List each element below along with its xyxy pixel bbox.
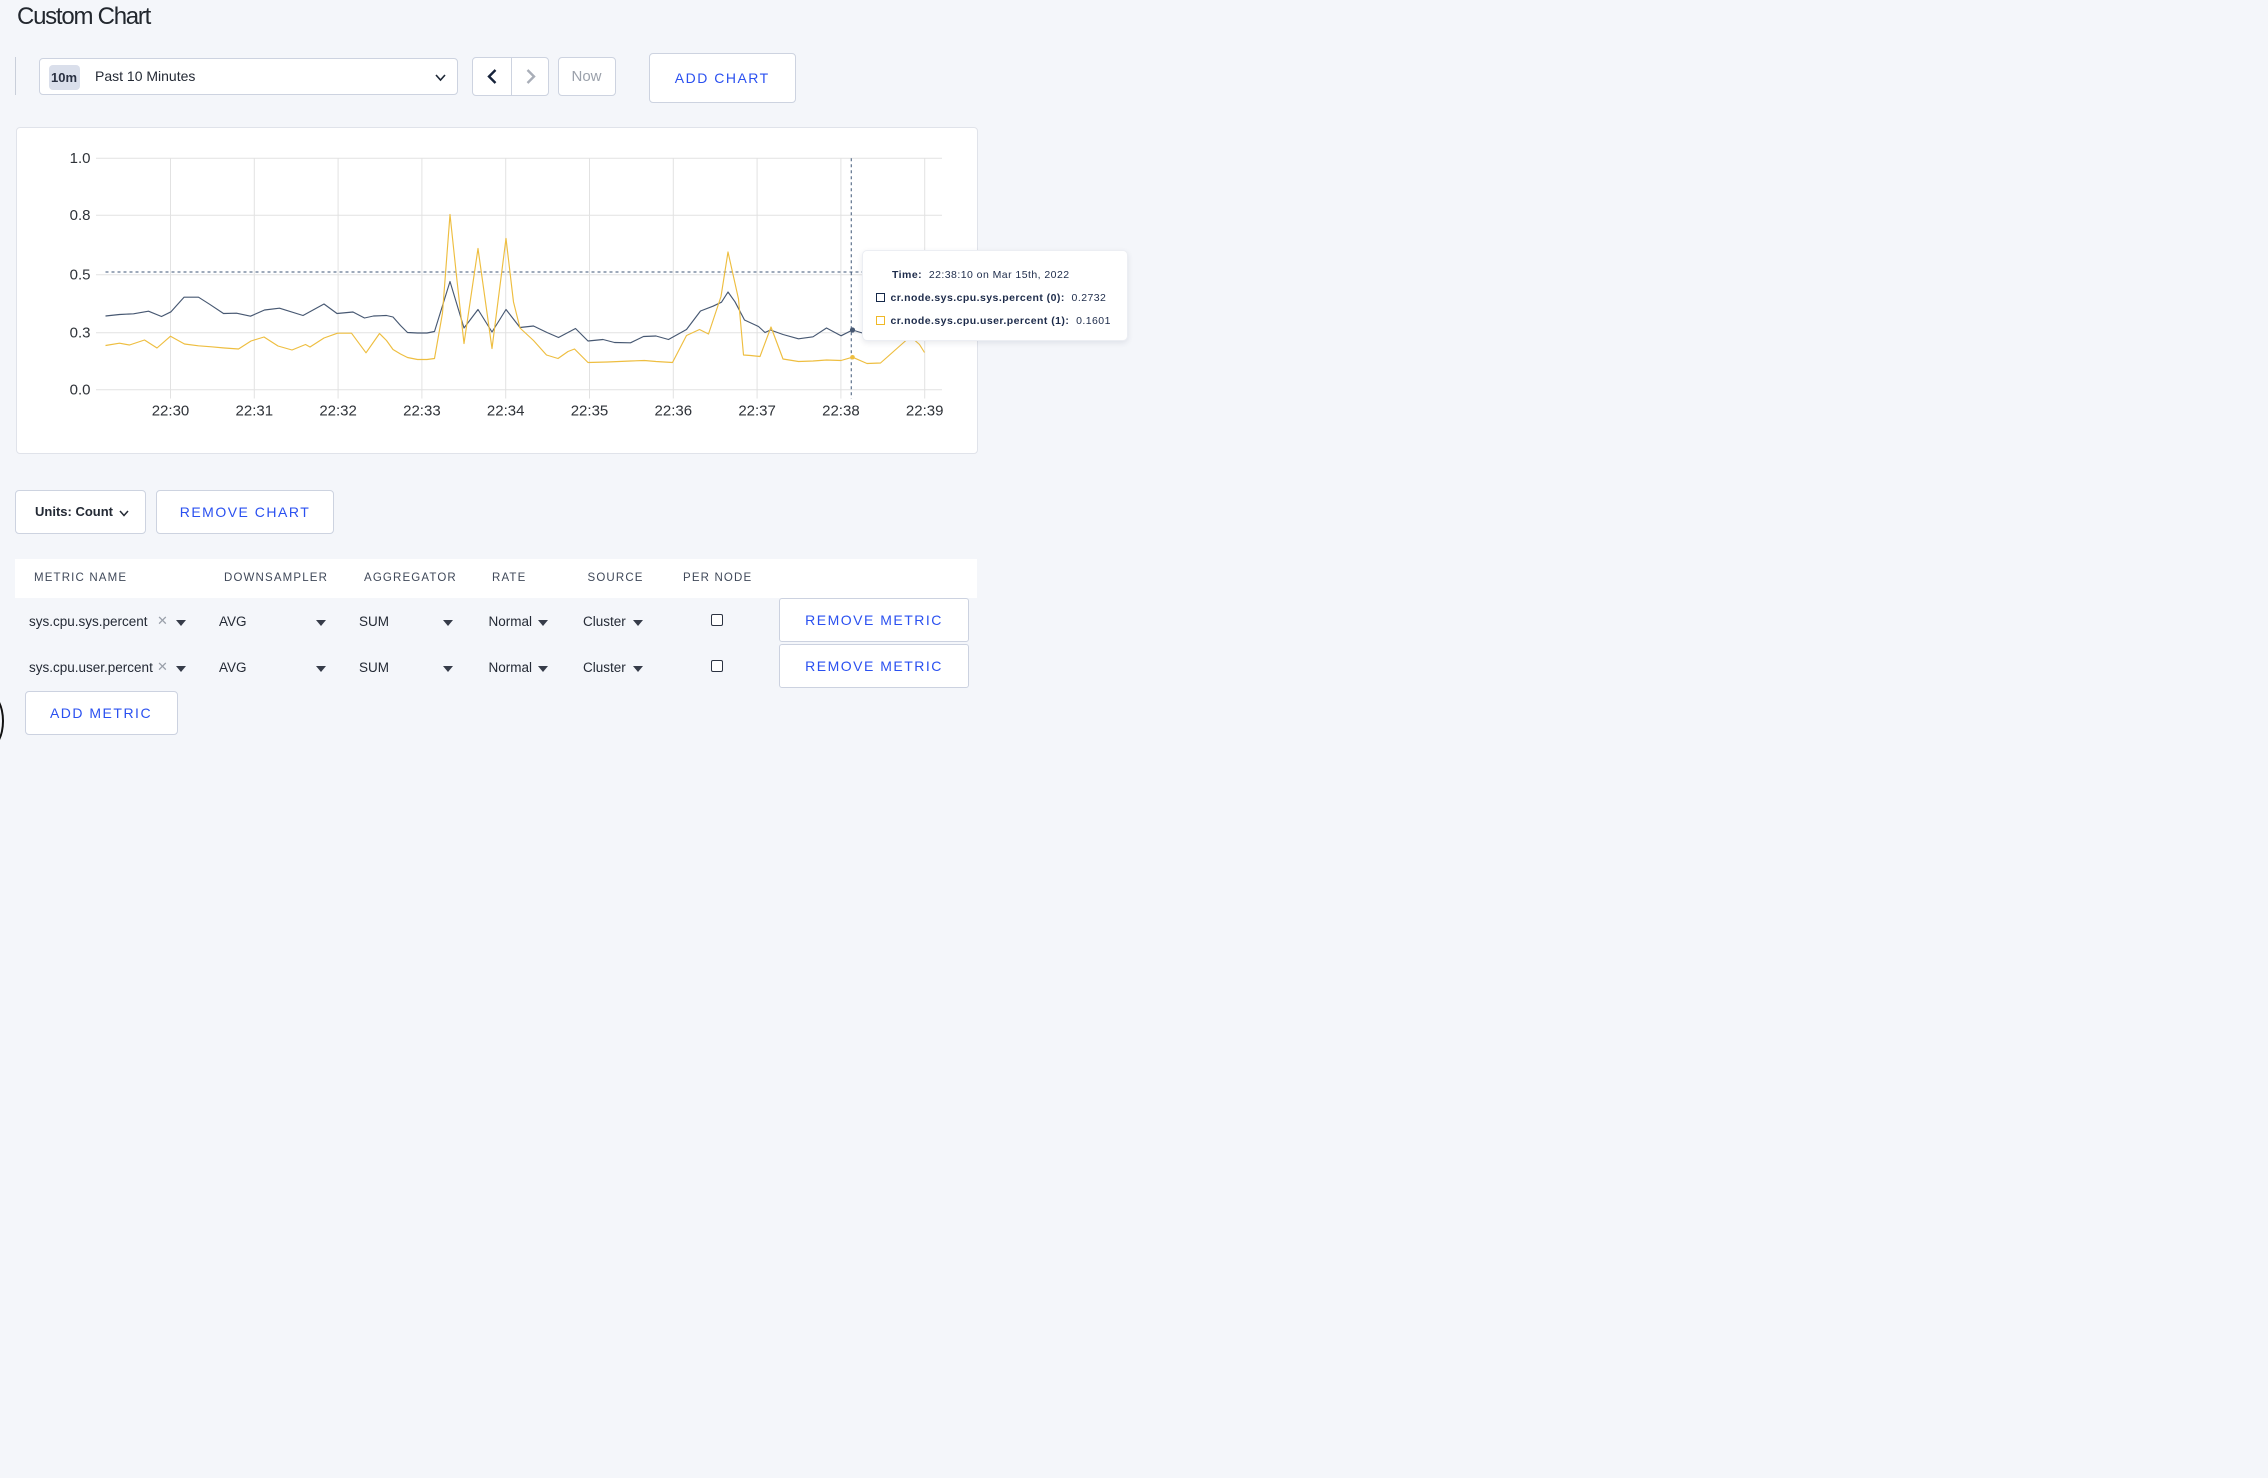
svg-text:22:32: 22:32 [319,402,357,419]
svg-text:22:30: 22:30 [151,402,189,419]
svg-text:22:34: 22:34 [486,402,524,419]
svg-text:0.5: 0.5 [69,266,90,283]
svg-text:22:33: 22:33 [403,402,441,419]
svg-text:22:39: 22:39 [905,402,943,419]
svg-text:1.0: 1.0 [69,149,90,166]
svg-text:0.0: 0.0 [69,381,90,398]
svg-text:22:38: 22:38 [822,402,860,419]
svg-text:22:35: 22:35 [570,402,608,419]
svg-text:22:37: 22:37 [738,402,776,419]
svg-text:22:31: 22:31 [235,402,273,419]
svg-text:0.8: 0.8 [69,206,90,223]
svg-text:0.3: 0.3 [69,324,90,341]
svg-text:22:36: 22:36 [654,402,692,419]
